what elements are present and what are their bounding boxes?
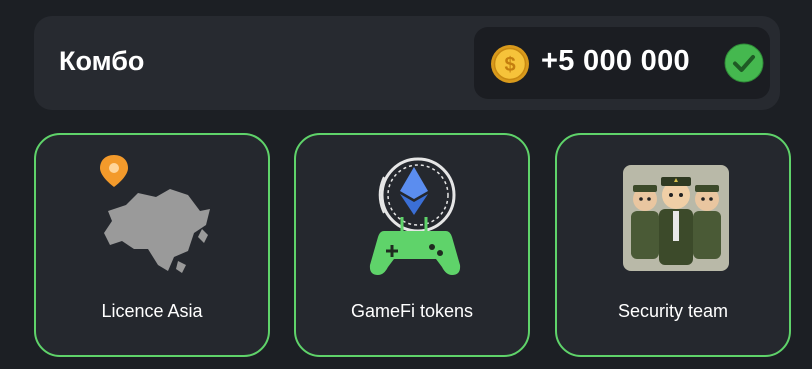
gamepad-ethereum-icon <box>369 157 461 275</box>
card-label: GameFi tokens <box>350 301 474 321</box>
reward-amount: +5 000 000 <box>541 45 690 77</box>
combo-bar: Комбо $ +5 000 000 <box>34 16 780 110</box>
card-label: Licence Asia <box>101 301 203 321</box>
combo-card-security-team[interactable]: Security team <box>555 133 791 357</box>
asia-map-icon <box>100 155 210 273</box>
combo-card-licence-asia[interactable]: Licence Asia <box>34 133 270 357</box>
card-label: Security team <box>617 301 729 321</box>
combo-card-gamefi-tokens[interactable]: GameFi tokens <box>294 133 530 357</box>
svg-text:$: $ <box>504 54 515 76</box>
combo-reward: $ +5 000 000 <box>474 27 770 99</box>
coin-icon: $ <box>491 45 529 83</box>
check-circle-icon <box>724 43 764 83</box>
security-team-image <box>623 165 729 271</box>
combo-title: Комбо <box>59 46 145 76</box>
